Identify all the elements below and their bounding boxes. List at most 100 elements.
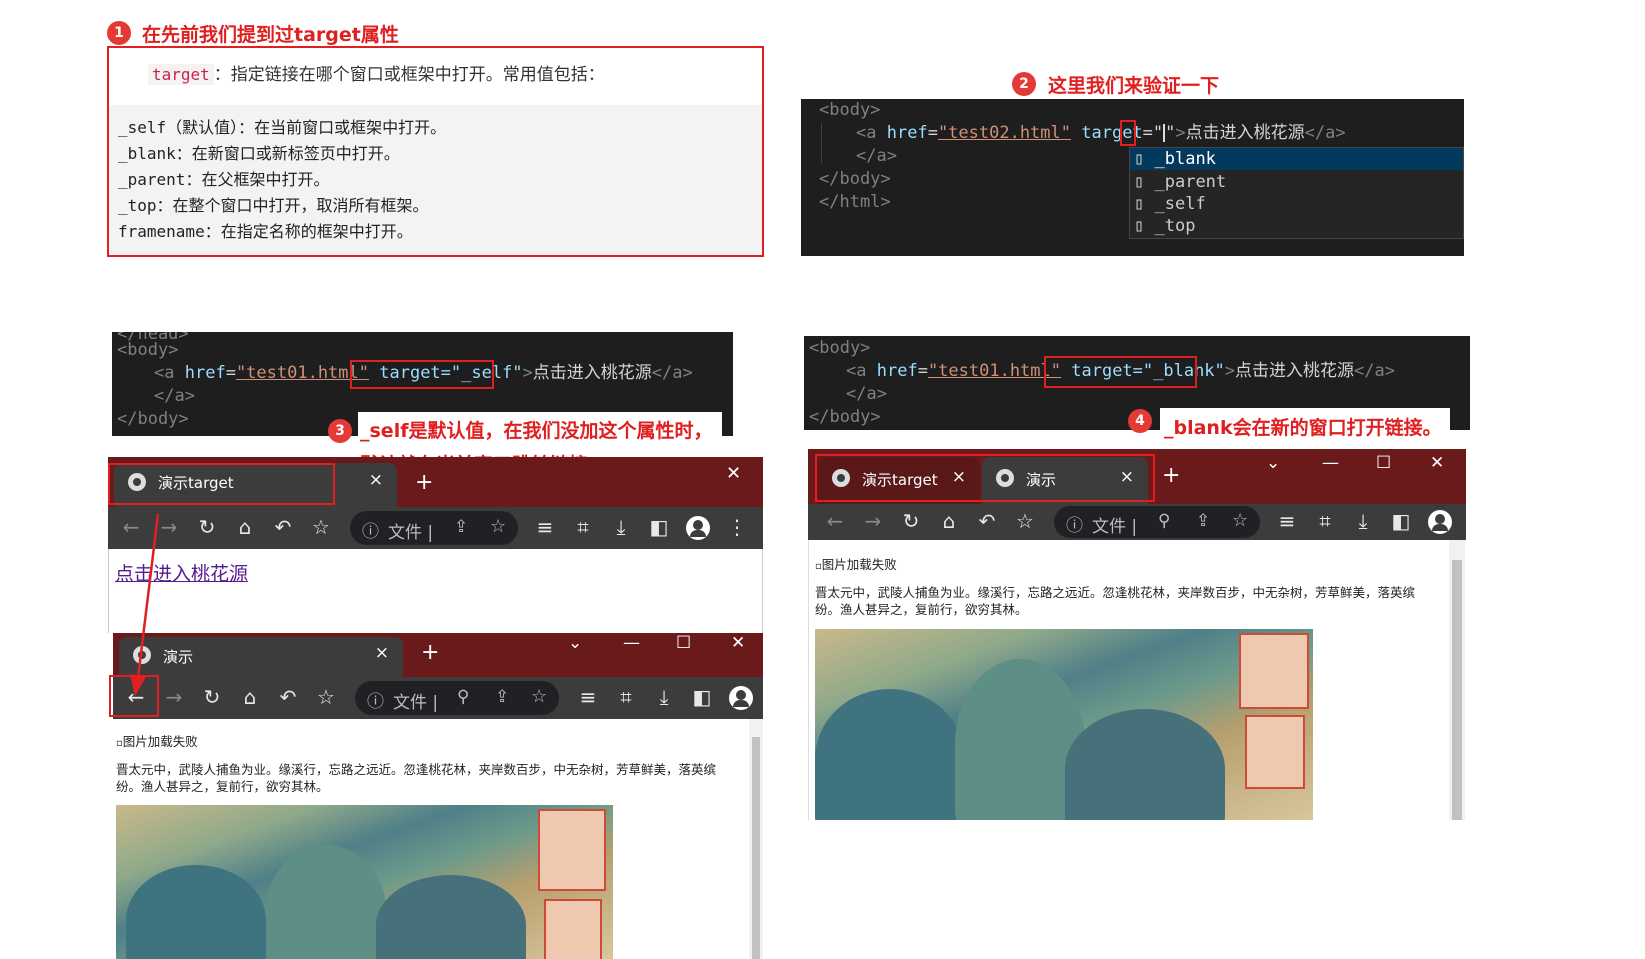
maximize-icon[interactable]: ☐ — [1376, 453, 1391, 473]
home-icon[interactable]: ⌂ — [237, 685, 263, 709]
code-href-value: "test02.html" — [937, 123, 1071, 143]
painting-seal — [1239, 633, 1309, 709]
zoom-icon[interactable]: ⚲ — [457, 687, 469, 707]
value-icon: ▯ — [1134, 172, 1145, 192]
chevron-down-icon[interactable]: ⌄ — [568, 633, 582, 653]
value-icon: ▯ — [1134, 194, 1145, 214]
sidepanel-icon[interactable]: ◧ — [1388, 509, 1414, 533]
code-link-text: 点击进入桃花源 — [532, 363, 652, 383]
share-icon[interactable]: ⇪ — [1196, 511, 1210, 531]
img-alt-text: 图片加载失败 — [821, 557, 897, 572]
home-icon[interactable]: ⌂ — [232, 515, 258, 539]
address-text: 文件 | — [388, 523, 434, 543]
autocomplete-item[interactable]: ▯ _blank — [1134, 148, 1216, 170]
info-icon[interactable]: ⓘ — [362, 517, 379, 542]
painting-seal — [1245, 715, 1305, 789]
back-arrow-icon[interactable]: ← — [822, 509, 848, 533]
undo-icon[interactable]: ↶ — [275, 685, 301, 709]
address-text: 文件 | — [1092, 517, 1138, 537]
download-icon[interactable]: ⤓ — [651, 685, 677, 709]
minimize-icon[interactable]: — — [1322, 453, 1339, 473]
new-tab-button[interactable]: + — [421, 640, 439, 665]
story-paragraph: 晋太元中，武陵人捕鱼为业。缘溪行，忘路之远近。忽逢桃花林，夹岸数百步，中无杂树，… — [116, 762, 717, 794]
autocomplete-popup[interactable]: ▯ _blank ▯ _parent ▯ _self ▯ _top — [1129, 147, 1464, 239]
address-bar[interactable]: ⓘ 文件 | ⇪ ☆ — [350, 511, 518, 545]
profile-icon[interactable] — [686, 516, 710, 540]
undo-icon[interactable]: ↶ — [270, 515, 296, 539]
code-link-text: 点击进入桃花源 — [1235, 361, 1355, 381]
autocomplete-item[interactable]: ▯ _parent — [1134, 171, 1226, 193]
close-icon[interactable]: × — [369, 470, 383, 490]
browser-blank-toolbar: ← → ↻ ⌂ ↶ ☆ ⓘ 文件 | ⚲ ⇪ ☆ ≡ ⌗ ⤓ ◧ — [808, 504, 1466, 540]
sidepanel-icon[interactable]: ◧ — [689, 685, 715, 709]
highlight-back-button — [109, 675, 159, 717]
minimize-icon[interactable]: — — [623, 633, 640, 653]
share-icon[interactable]: ⇪ — [495, 687, 509, 707]
more-icon[interactable]: ⋮ — [724, 515, 750, 539]
browser-self2-titlebar: 演示 × + ⌄ — ☐ ✕ — [113, 633, 763, 677]
sidepanel-icon[interactable]: ◧ — [646, 515, 672, 539]
star-icon[interactable]: ☆ — [531, 686, 547, 707]
reload-icon[interactable]: ↻ — [898, 509, 924, 533]
reading-list-icon[interactable]: ≡ — [1274, 509, 1300, 533]
star-icon[interactable]: ☆ — [308, 515, 334, 539]
address-bar[interactable]: ⓘ 文件 | ⚲ ⇪ ☆ — [355, 681, 559, 715]
reading-list-icon[interactable]: ≡ — [575, 685, 601, 709]
download-icon[interactable]: ⤓ — [1350, 509, 1376, 533]
landscape-painting — [116, 805, 613, 959]
new-tab-button[interactable]: + — [1162, 463, 1180, 488]
undo-icon[interactable]: ↶ — [974, 509, 1000, 533]
code-line-a-close: </a> — [846, 384, 887, 404]
broken-image-icon: ▫ — [815, 561, 822, 572]
star-icon[interactable]: ☆ — [490, 516, 506, 537]
autocomplete-item[interactable]: ▯ _self — [1134, 193, 1206, 215]
annotation-1-text: 在先前我们提到过target属性 — [142, 24, 399, 46]
new-tab-button[interactable]: + — [415, 470, 433, 495]
maximize-icon[interactable]: ☐ — [676, 633, 691, 653]
reload-icon[interactable]: ↻ — [194, 515, 220, 539]
code-href-attr: href — [886, 123, 928, 143]
close-icon[interactable]: ✕ — [731, 633, 745, 653]
chevron-down-icon[interactable]: ⌄ — [1266, 453, 1280, 473]
highlight-target-self — [350, 360, 494, 389]
code-body-open: <body> — [809, 338, 871, 358]
star-icon[interactable]: ☆ — [1012, 509, 1038, 533]
close-icon[interactable]: ✕ — [1430, 453, 1444, 473]
code-a-open: <a — [856, 123, 877, 143]
download-icon[interactable]: ⤓ — [608, 515, 634, 539]
landscape-painting — [815, 629, 1313, 820]
code-a-close: </a> — [1304, 123, 1346, 143]
close-icon[interactable]: × — [375, 643, 389, 663]
forward-arrow-icon[interactable]: → — [860, 509, 886, 533]
profile-icon[interactable] — [1428, 510, 1452, 534]
value-icon: ▯ — [1134, 149, 1145, 169]
broken-image-icon: ▫ — [116, 738, 123, 749]
autocomplete-item[interactable]: ▯ _top — [1134, 215, 1195, 237]
info-icon[interactable]: ⓘ — [367, 687, 384, 712]
reload-icon[interactable]: ↻ — [199, 685, 225, 709]
star-icon[interactable]: ☆ — [313, 685, 339, 709]
painting-mountain — [266, 845, 386, 959]
painting-mountain — [376, 875, 526, 959]
autocomplete-label: _self — [1154, 194, 1206, 214]
profile-icon[interactable] — [729, 686, 753, 710]
zoom-icon[interactable]: ⚲ — [1158, 511, 1170, 531]
home-icon[interactable]: ⌂ — [936, 509, 962, 533]
close-icon[interactable]: ✕ — [726, 463, 741, 484]
crop-icon[interactable]: ⌗ — [1312, 509, 1338, 533]
reading-list-icon[interactable]: ≡ — [532, 515, 558, 539]
info-icon[interactable]: ⓘ — [1066, 511, 1083, 536]
highlight-doc-box — [107, 46, 764, 257]
highlight-cursor — [1120, 120, 1136, 146]
crop-icon[interactable]: ⌗ — [613, 685, 639, 709]
star-icon[interactable]: ☆ — [1232, 510, 1248, 531]
crop-icon[interactable]: ⌗ — [570, 515, 596, 539]
story-paragraph: 晋太元中，武陵人捕鱼为业。缘溪行，忘路之远近。忽逢桃花林，夹岸数百步，中无杂树，… — [815, 585, 1416, 617]
scrollbar[interactable] — [1449, 540, 1465, 820]
address-text: 文件 | — [393, 693, 439, 713]
painting-mountain — [1065, 709, 1225, 820]
share-icon[interactable]: ⇪ — [454, 517, 468, 537]
annotation-4-badge: 4 — [1128, 409, 1152, 433]
scrollbar[interactable] — [749, 719, 763, 959]
address-bar[interactable]: ⓘ 文件 | ⚲ ⇪ ☆ — [1054, 506, 1260, 538]
